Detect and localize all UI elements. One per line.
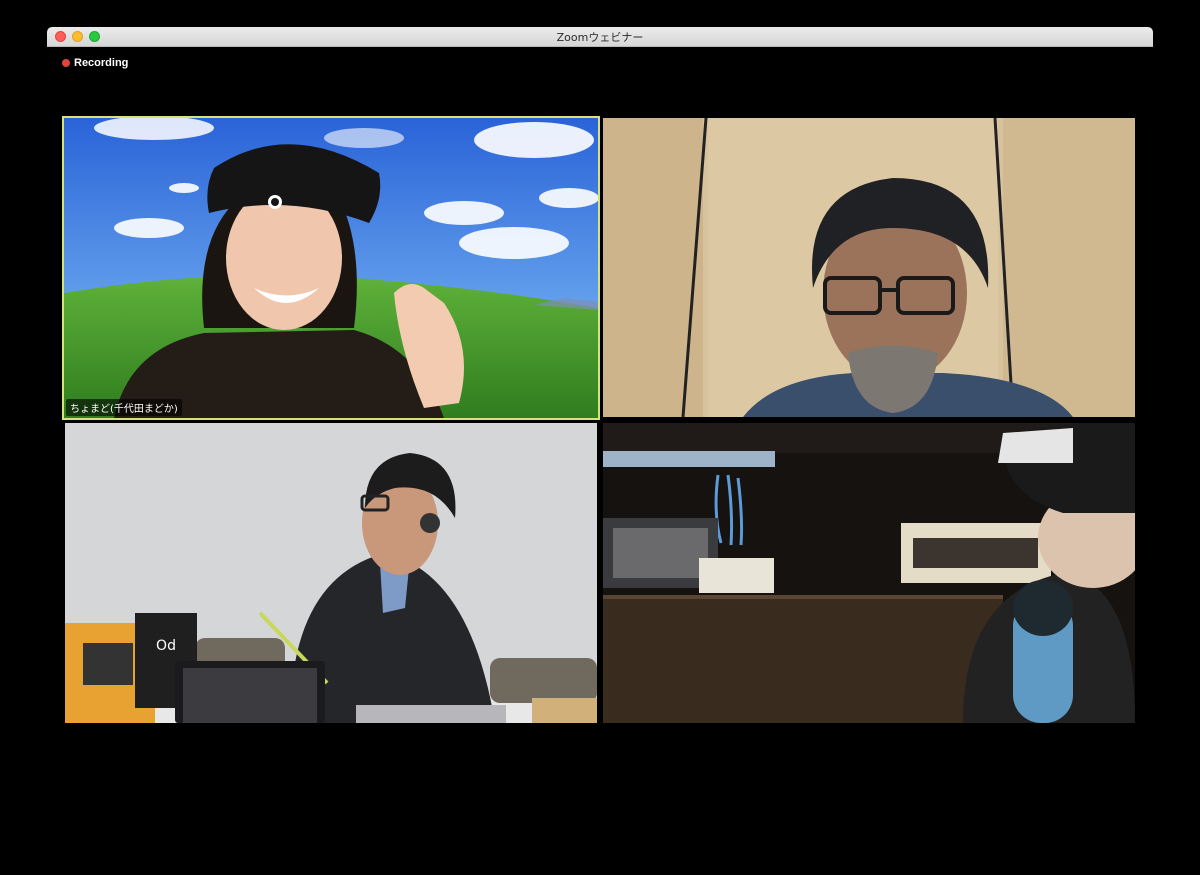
window-title: Zoomウェビナー <box>556 31 644 44</box>
participant-video-4 <box>603 423 1135 723</box>
participant-video-2 <box>603 118 1135 417</box>
video-tile-participant-4[interactable] <box>603 423 1135 723</box>
recording-label: Recording <box>74 57 129 69</box>
video-tile-participant-2[interactable] <box>603 118 1135 417</box>
title-bar[interactable]: Zoomウェビナー <box>47 27 1153 47</box>
recording-dot-icon <box>62 59 70 67</box>
svg-text:Od: Od <box>156 638 176 654</box>
participant-name-label: ちょまど(千代田まどか) <box>66 399 182 416</box>
participant-video-1 <box>64 118 598 418</box>
recording-indicator[interactable]: Recording <box>62 57 128 69</box>
zoom-webinar-window: Zoomウェビナー Recording ちょまど(千代田まどか) Od <box>47 27 1153 875</box>
participant-video-3: Od <box>65 423 597 723</box>
video-tile-active-speaker[interactable]: ちょまど(千代田まどか) <box>62 116 600 420</box>
video-tile-participant-3[interactable]: Od <box>65 423 597 723</box>
